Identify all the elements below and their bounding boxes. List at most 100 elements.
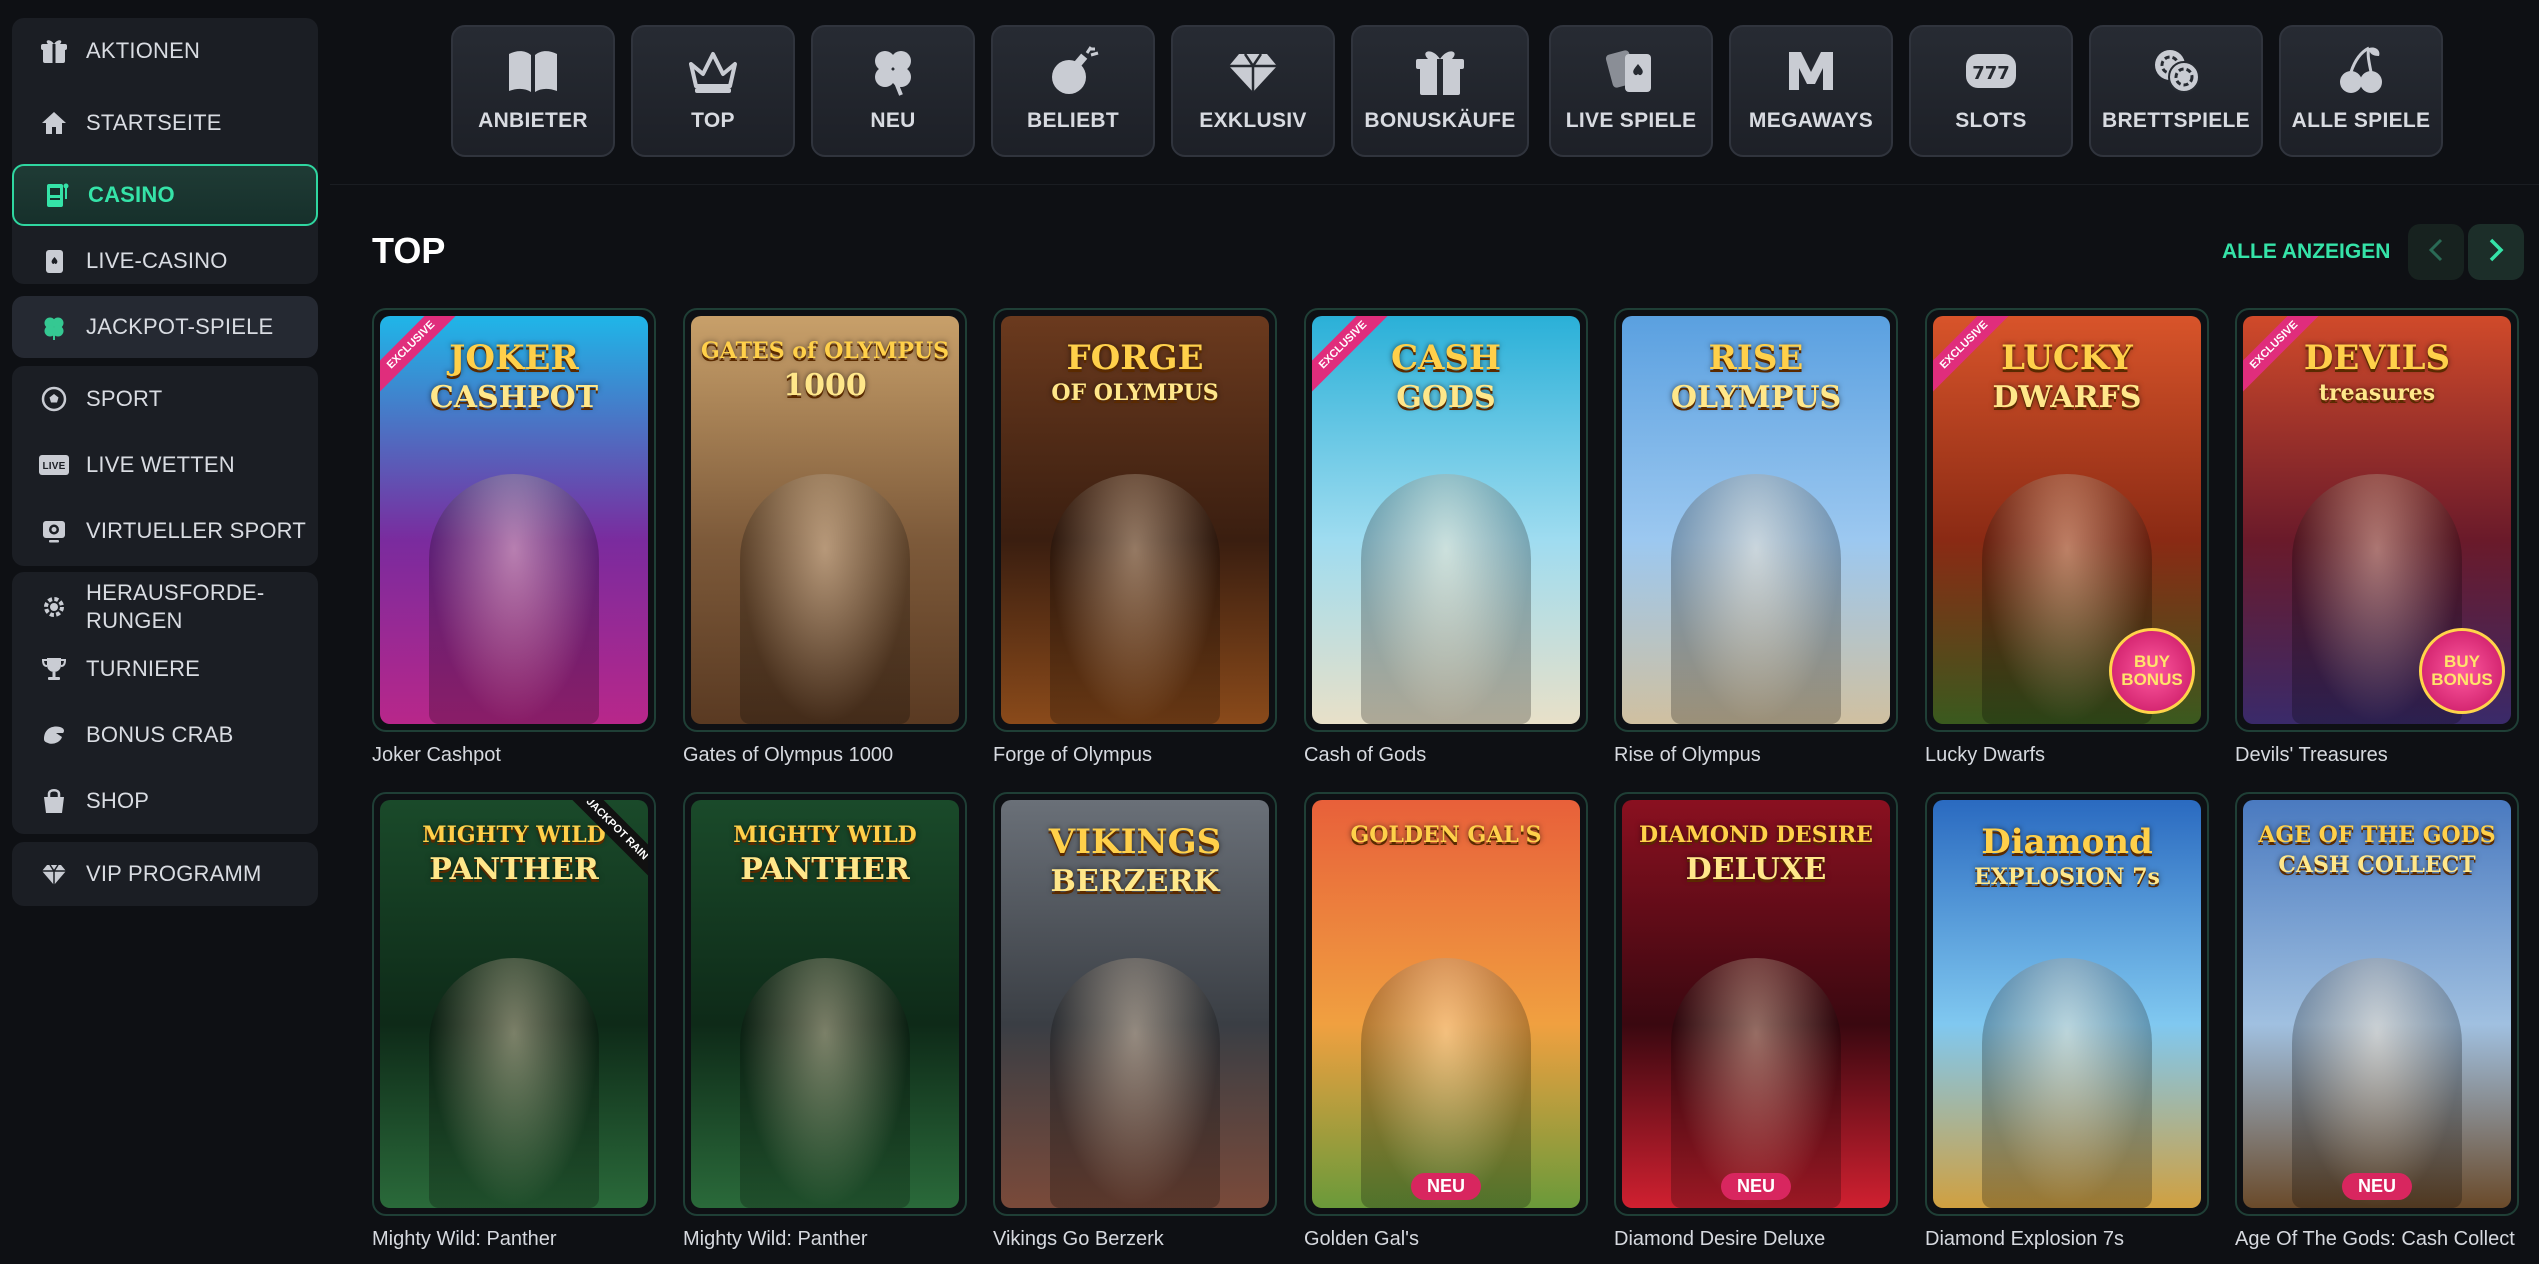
category-slots[interactable]: 777 SLOTS — [1909, 25, 2073, 157]
clover-icon — [863, 43, 923, 99]
game-thumbnail[interactable]: JOKER CASHPOT EXCLUSIVE — [372, 308, 656, 732]
game-title[interactable]: Rise of Olympus — [1614, 744, 1761, 767]
game-artwork: LUCKY DWARFS EXCLUSIVE BUY BONUS — [1933, 316, 2201, 724]
category-label: NEU — [870, 109, 916, 132]
game-artwork: Diamond EXPLOSION 7s — [1933, 800, 2201, 1208]
buy-bonus-badge: BUY BONUS — [2419, 628, 2505, 714]
category-megaways[interactable]: MEGAWAYS — [1729, 25, 1893, 157]
chips-icon — [2146, 43, 2206, 99]
game-character — [1050, 474, 1220, 724]
game-character — [429, 958, 599, 1208]
category-live-spiele[interactable]: LIVE SPIELE — [1549, 25, 1713, 157]
sidebar-item-herausforderungen[interactable]: HERAUSFORDE- RUNGEN — [12, 572, 318, 642]
game-title[interactable]: Mighty Wild: Panther — [372, 1228, 557, 1251]
game-thumbnail[interactable]: GATES of OLYMPUS 1000 — [683, 308, 967, 732]
sidebar-item-bonus-crab[interactable]: BONUS CRAB — [12, 704, 318, 766]
game-title[interactable]: Vikings Go Berzerk — [993, 1228, 1164, 1251]
game-artwork: GATES of OLYMPUS 1000 — [691, 316, 959, 724]
game-thumbnail[interactable]: VIKINGS BERZERK — [993, 792, 1277, 1216]
game-thumbnail[interactable]: DEVILS treasures EXCLUSIVE BUY BONUS — [2235, 308, 2519, 732]
game-logo-line2: BERZERK — [1050, 864, 1220, 899]
game-character — [740, 474, 910, 724]
category-brettspiele[interactable]: BRETTSPIELE — [2089, 25, 2263, 157]
chevron-right-icon — [2486, 237, 2506, 268]
game-title[interactable]: Forge of Olympus — [993, 744, 1152, 767]
game-logo-line2: 1000 — [783, 368, 867, 403]
sidebar-item-virtueller-sport[interactable]: VIRTUELLER SPORT — [12, 500, 318, 562]
crab-claw-icon — [38, 719, 70, 751]
sidebar-item-sport[interactable]: SPORT — [12, 368, 318, 430]
sidebar-item-label: VIRTUELLER SPORT — [86, 518, 307, 543]
game-artwork: AGE OF THE GODS CASH COLLECT NEU — [2243, 800, 2511, 1208]
game-title[interactable]: Mighty Wild: Panther — [683, 1228, 868, 1251]
game-thumbnail[interactable]: MIGHTY WILD PANTHER — [683, 792, 967, 1216]
game-title[interactable]: Diamond Explosion 7s — [1925, 1228, 2124, 1251]
category-alle-spiele[interactable]: ALLE SPIELE — [2279, 25, 2443, 157]
game-artwork: MIGHTY WILD PANTHER — [691, 800, 959, 1208]
game-title[interactable]: Joker Cashpot — [372, 744, 501, 767]
game-logo-line2: DELUXE — [1685, 852, 1827, 887]
777-icon: 777 — [1961, 43, 2021, 99]
game-logo-line2: DWARFS — [1992, 380, 2142, 415]
sidebar-group-vip: VIP PROGRAMM — [12, 842, 318, 906]
carousel-next-button[interactable] — [2468, 224, 2524, 280]
game-title[interactable]: Devils' Treasures — [2235, 744, 2388, 767]
sidebar-item-label: BONUS CRAB — [86, 722, 234, 747]
game-character — [1050, 958, 1220, 1208]
game-title[interactable]: Cash of Gods — [1304, 744, 1426, 767]
carousel-prev-button[interactable] — [2408, 224, 2464, 280]
game-title[interactable]: Age Of The Gods: Cash Collect — [2235, 1228, 2515, 1251]
sidebar-item-live-wetten[interactable]: LIVE LIVE WETTEN — [12, 434, 318, 496]
category-bonuskaeufe[interactable]: BONUSKÄUFE — [1351, 25, 1529, 157]
sidebar-item-startseite[interactable]: STARTSEITE — [12, 92, 318, 154]
game-logo-line1: GATES of OLYMPUS — [700, 338, 950, 364]
game-thumbnail[interactable]: FORGE OF OLYMPUS — [993, 308, 1277, 732]
svg-text:LIVE: LIVE — [42, 461, 65, 472]
game-logo-line2: GODS — [1396, 380, 1496, 415]
game-logo-line1: DIAMOND DESIRE — [1639, 822, 1873, 848]
category-exklusiv[interactable]: EXKLUSIV — [1171, 25, 1335, 157]
gift-icon — [38, 35, 70, 67]
sidebar: AKTIONEN STARTSEITE CASINO LIVE-CASINO J… — [0, 0, 330, 1264]
game-thumbnail[interactable]: CASH GODS EXCLUSIVE — [1304, 308, 1588, 732]
game-logo-line2: OLYMPUS — [1670, 380, 1842, 415]
game-thumbnail[interactable]: Diamond EXPLOSION 7s — [1925, 792, 2209, 1216]
sidebar-item-label: LIVE WETTEN — [86, 452, 235, 477]
game-character — [2292, 958, 2462, 1208]
game-thumbnail[interactable]: AGE OF THE GODS CASH COLLECT NEU — [2235, 792, 2519, 1216]
game-title[interactable]: Gates of Olympus 1000 — [683, 744, 893, 767]
sidebar-item-vip-programm[interactable]: VIP PROGRAMM — [12, 843, 318, 905]
sidebar-item-turniere[interactable]: TURNIERE — [12, 638, 318, 700]
diamond-icon — [1223, 43, 1283, 99]
sidebar-item-label: AKTIONEN — [86, 38, 201, 63]
sidebar-item-live-casino[interactable]: LIVE-CASINO — [12, 230, 318, 292]
game-thumbnail[interactable]: DIAMOND DESIRE DELUXE NEU — [1614, 792, 1898, 1216]
game-thumbnail[interactable]: LUCKY DWARFS EXCLUSIVE BUY BONUS — [1925, 308, 2209, 732]
sidebar-item-aktionen[interactable]: AKTIONEN — [12, 20, 318, 82]
game-thumbnail[interactable]: RISE OLYMPUS — [1614, 308, 1898, 732]
sidebar-item-casino[interactable]: CASINO — [12, 164, 318, 226]
game-title[interactable]: Lucky Dwarfs — [1925, 744, 2045, 767]
sidebar-item-jackpot-spiele[interactable]: JACKPOT-SPIELE — [12, 296, 318, 358]
category-top[interactable]: TOP — [631, 25, 795, 157]
game-thumbnail[interactable]: GOLDEN GAL'S NEU — [1304, 792, 1588, 1216]
chevron-left-icon — [2426, 237, 2446, 268]
category-anbieter[interactable]: ANBIETER — [451, 25, 615, 157]
game-artwork: MIGHTY WILD PANTHER JACKPOT RAIN — [380, 800, 648, 1208]
game-title[interactable]: Golden Gal's — [1304, 1228, 1419, 1251]
new-badge: NEU — [1720, 1173, 1792, 1200]
game-title[interactable]: Diamond Desire Deluxe — [1614, 1228, 1825, 1251]
category-neu[interactable]: NEU — [811, 25, 975, 157]
live-badge-icon: LIVE — [38, 449, 70, 481]
category-label: BELIEBT — [1027, 109, 1119, 132]
category-beliebt[interactable]: BELIEBT — [991, 25, 1155, 157]
game-thumbnail[interactable]: MIGHTY WILD PANTHER JACKPOT RAIN — [372, 792, 656, 1216]
sidebar-item-shop[interactable]: SHOP — [12, 770, 318, 832]
sidebar-item-label: TURNIERE — [86, 656, 201, 681]
challenge-gear-icon — [38, 591, 70, 623]
category-label: BRETTSPIELE — [2102, 109, 2250, 132]
game-character — [740, 958, 910, 1208]
game-artwork: RISE OLYMPUS — [1622, 316, 1890, 724]
see-all-link[interactable]: ALLE ANZEIGEN — [2222, 240, 2390, 264]
sidebar-item-label: VIP PROGRAMM — [86, 861, 262, 886]
